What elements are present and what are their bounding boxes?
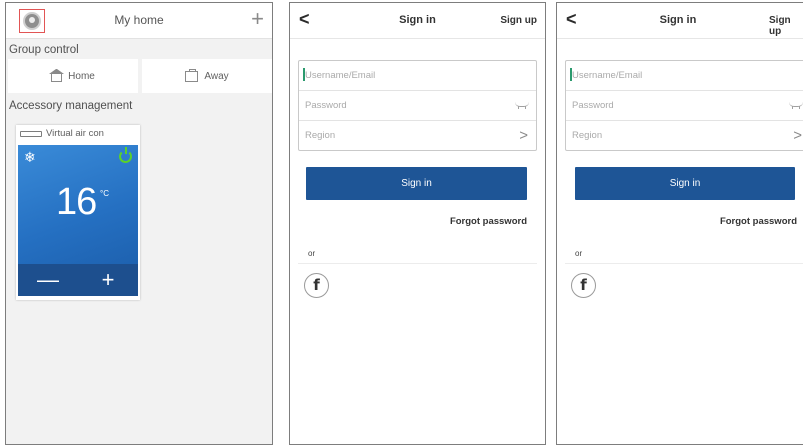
- divider: [298, 263, 537, 264]
- temperature-controls: — +: [18, 264, 138, 296]
- signin-header: < Sign in Sign up: [290, 3, 545, 39]
- temperature-unit: °C: [100, 189, 109, 198]
- or-divider-label: or: [308, 249, 316, 258]
- home-icon: [49, 68, 65, 82]
- signin-screen-2: < Sign in Sign up Username/Email Passwor…: [556, 2, 803, 445]
- home-mode-button[interactable]: Home: [8, 59, 138, 93]
- forgot-password-link[interactable]: Forgot password: [450, 216, 527, 227]
- home-mode-label: Home: [68, 70, 95, 82]
- signup-link[interactable]: Sign up: [500, 15, 537, 26]
- eye-closed-icon[interactable]: [789, 102, 803, 109]
- home-screen: My home + Group control Home Away Access…: [5, 2, 273, 445]
- home-header: My home +: [6, 3, 272, 39]
- text-caret: [303, 68, 305, 81]
- group-control-bar: Home Away: [8, 59, 272, 93]
- signin-button[interactable]: Sign in: [575, 167, 795, 200]
- accessory-management-label: Accessory management: [9, 100, 133, 112]
- away-mode-label: Away: [204, 70, 229, 82]
- add-icon[interactable]: +: [251, 7, 264, 31]
- password-placeholder: Password: [305, 100, 347, 111]
- device-name: Virtual air con: [46, 128, 104, 139]
- signin-header: < Sign in Sign up: [557, 3, 803, 39]
- group-control-label: Group control: [9, 44, 79, 56]
- device-card-header: Virtual air con: [20, 128, 104, 139]
- username-field[interactable]: Username/Email: [566, 61, 803, 91]
- device-panel: ❄ 16 °C: [18, 145, 138, 264]
- eye-closed-icon[interactable]: [515, 102, 529, 109]
- snowflake-icon[interactable]: ❄: [24, 149, 36, 166]
- decrease-temperature-button[interactable]: —: [18, 264, 78, 296]
- divider: [565, 263, 803, 264]
- signup-link[interactable]: Sign up: [769, 15, 803, 37]
- suitcase-icon: [185, 68, 199, 82]
- username-placeholder: Username/Email: [572, 70, 643, 81]
- signin-screen: < Sign in Sign up Username/Email Passwor…: [289, 2, 546, 445]
- region-field[interactable]: Region >: [566, 121, 803, 151]
- or-divider-label: or: [575, 249, 583, 258]
- password-placeholder: Password: [572, 100, 614, 111]
- page-title: My home: [114, 13, 164, 27]
- username-placeholder: Username/Email: [305, 70, 376, 81]
- temperature-value: 16: [56, 181, 97, 223]
- facebook-icon[interactable]: f: [571, 273, 596, 298]
- away-mode-button[interactable]: Away: [142, 59, 272, 93]
- password-field[interactable]: Password: [299, 91, 536, 121]
- device-card[interactable]: Virtual air con ❄ 16 °C — +: [16, 125, 140, 300]
- air-conditioner-icon: [20, 130, 42, 137]
- region-field[interactable]: Region >: [299, 121, 536, 151]
- password-field[interactable]: Password: [566, 91, 803, 121]
- signin-button[interactable]: Sign in: [306, 167, 527, 200]
- text-caret: [570, 68, 572, 81]
- chevron-right-icon: >: [793, 127, 802, 144]
- forgot-password-link[interactable]: Forgot password: [720, 216, 797, 227]
- increase-temperature-button[interactable]: +: [78, 264, 138, 296]
- username-field[interactable]: Username/Email: [299, 61, 536, 91]
- region-placeholder: Region: [572, 130, 603, 141]
- region-placeholder: Region: [305, 130, 336, 141]
- signin-form: Username/Email Password Region >: [565, 60, 803, 151]
- facebook-icon[interactable]: f: [304, 273, 329, 298]
- chevron-right-icon: >: [519, 127, 528, 144]
- signin-form: Username/Email Password Region >: [298, 60, 537, 151]
- power-icon[interactable]: [119, 147, 132, 163]
- signin-title: Sign in: [659, 14, 697, 26]
